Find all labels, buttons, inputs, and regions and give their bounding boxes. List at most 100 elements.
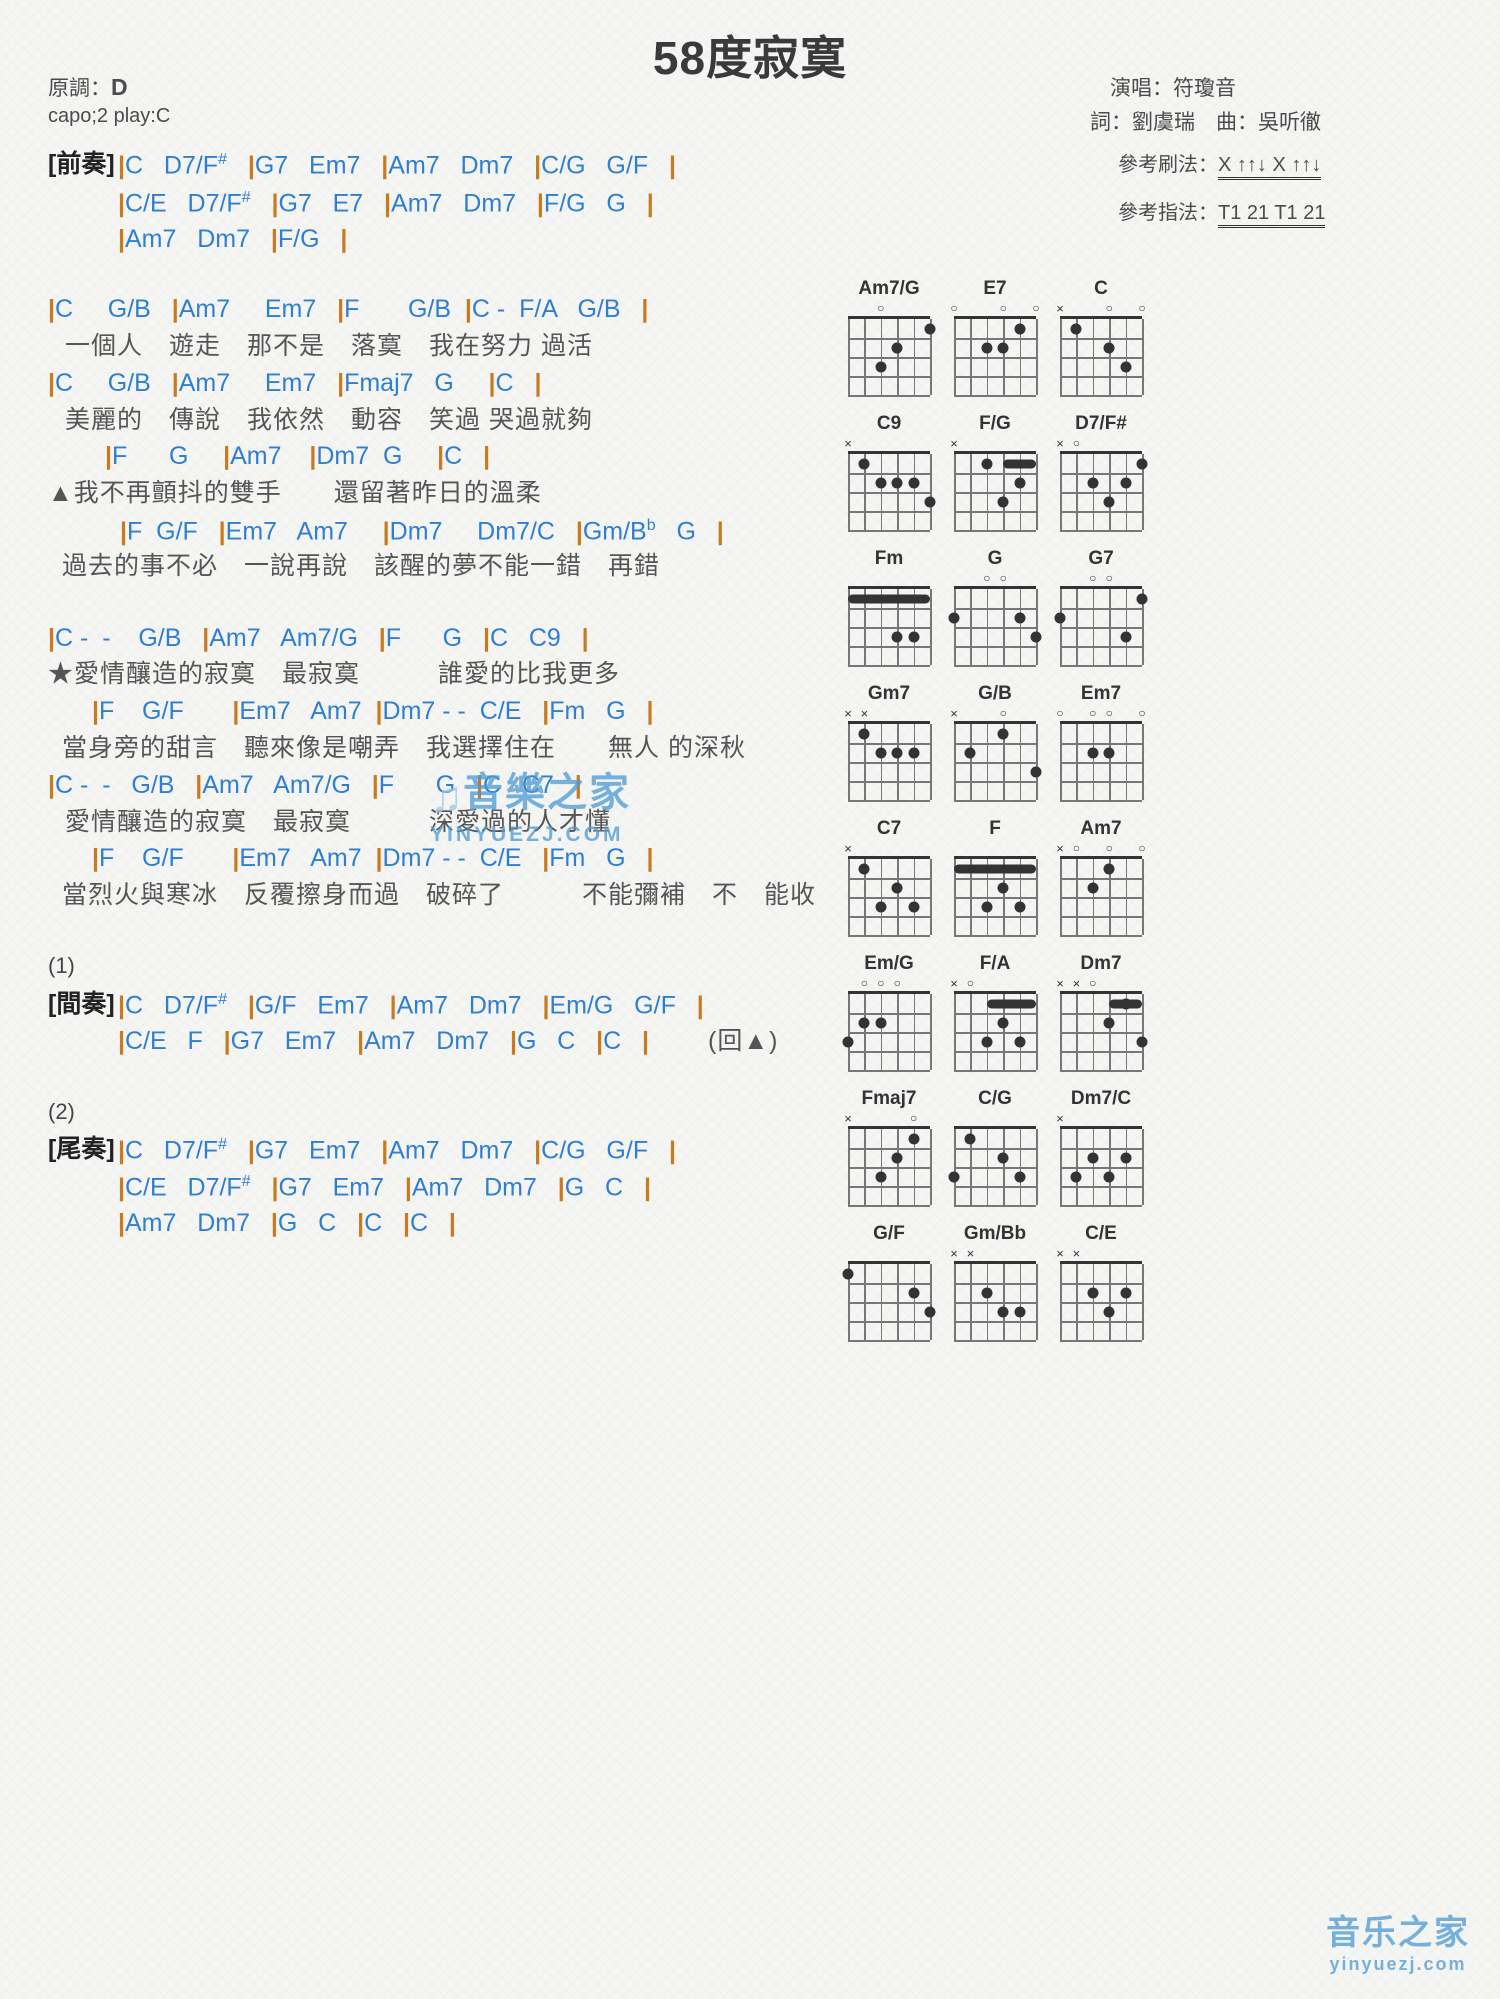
chord-diagram: C/E × ×: [1048, 1223, 1154, 1342]
barline: |: [696, 991, 704, 1020]
finger-dot: [858, 458, 870, 469]
chord-diagram-name: Em/G: [864, 953, 914, 974]
lyric-line: 過去的事不必 一說再說 該醒的夢不能一錯 再錯: [62, 552, 661, 580]
string-line: [1036, 859, 1038, 935]
chord-diagram-row: Fmaj7 × ○ C/G Dm7/C ×: [836, 1088, 1496, 1207]
finger-dot: [1103, 747, 1115, 758]
finger-dot: [875, 1171, 887, 1182]
sharp-sign: #: [218, 151, 227, 168]
barline: |: [270, 1209, 278, 1237]
barline: |: [271, 189, 279, 218]
chord-line: |F G/F |Em7 Am7 |Dm7 - - C/E |Fm G |: [92, 697, 654, 725]
open-string-marker: ○: [877, 301, 885, 315]
chord-diagram-row: G/F Gm/Bb × × C/E × ×: [836, 1223, 1496, 1342]
barline: |: [120, 517, 127, 546]
finger-dot: [1103, 1306, 1115, 1317]
muted-string-marker: ×: [860, 706, 869, 721]
chord-diagram-name: F/A: [979, 953, 1011, 974]
open-string-marker: ○: [1138, 301, 1146, 315]
open-mute-markers: ○ ○: [942, 572, 1048, 586]
finger-dot: [1136, 1036, 1148, 1047]
string-line: [1142, 859, 1144, 935]
chord-line: |C/E F |G7 Em7 |Am7 Dm7 |G C |C |: [118, 1027, 650, 1055]
sharp-sign: #: [241, 189, 251, 206]
string-line: [930, 589, 932, 665]
fret-line: [954, 916, 1036, 918]
fret-line: [1060, 916, 1142, 918]
capo-info: capo;2 play:C: [48, 105, 171, 127]
chord-diagram-row: Em/G ○ ○ ○ F/A × ○ Dm7 × × ○: [836, 953, 1496, 1072]
fret-line: [848, 1340, 930, 1342]
barline: |: [232, 697, 240, 725]
fret-line: [848, 357, 930, 359]
muted-string-marker: ×: [950, 976, 958, 991]
finger-dot: [964, 747, 976, 758]
barline: |: [404, 1173, 412, 1202]
barline: |: [48, 369, 55, 397]
mark-2: (2): [48, 1099, 75, 1124]
open-mute-markers: × ○ ○ ○: [1048, 842, 1154, 856]
open-string-marker: ○: [1072, 841, 1081, 855]
fretboard-grid: [948, 1126, 1038, 1207]
string-line: [1142, 319, 1144, 395]
string-line: [1036, 1129, 1038, 1205]
finger-dot: [1103, 863, 1115, 874]
fret-line: [954, 357, 1036, 359]
finger-dot: [981, 458, 993, 469]
open-string-marker: ○: [1105, 301, 1113, 315]
open-string-marker: ○: [1089, 706, 1097, 720]
finger-dot: [981, 342, 993, 353]
barline: |: [337, 369, 345, 397]
barline: |: [716, 517, 724, 546]
strum-pattern-value: X ↑↑↓ X ↑↑↓: [1218, 154, 1322, 180]
finger-dot: [1087, 747, 1099, 758]
chord-diagram: Am7 × ○ ○ ○: [1048, 818, 1154, 937]
chord-diagram: G7 ○ ○: [1048, 548, 1154, 667]
barline: |: [464, 295, 472, 323]
chord-line: |C D7/F# |G/F Em7 |Am7 Dm7 |Em/G G/F |: [118, 991, 704, 1020]
muted-string-marker: ×: [1056, 841, 1064, 856]
chord-diagram-name: D7/F#: [1075, 413, 1127, 434]
intro-tag: [前奏]: [48, 150, 115, 178]
fretboard-grid: [954, 1261, 1038, 1342]
lyric-line: 一個人 遊走 那不是 落寞 我在努力 過活: [65, 332, 593, 360]
barline: |: [271, 1173, 279, 1202]
barline: |: [668, 1136, 676, 1165]
barline: |: [118, 1136, 125, 1165]
finger-dot: [1103, 342, 1115, 353]
finger-dot: [875, 901, 887, 912]
fretboard-grid: [954, 721, 1042, 802]
mark-1: (1): [48, 953, 75, 978]
string-line: [930, 994, 932, 1070]
chord-line: |C D7/F# |G7 Em7 |Am7 Dm7 |C/G G/F |: [118, 1136, 676, 1165]
fretboard-grid: [954, 856, 1038, 937]
barline: |: [381, 151, 389, 180]
finger-dot: [1014, 612, 1026, 623]
fretboard-grid: [848, 586, 932, 667]
chord-diagram-name: G7: [1088, 548, 1114, 569]
fretboard-grid: [954, 451, 1038, 532]
barline: |: [340, 225, 348, 253]
finger-dot: [1030, 766, 1042, 777]
open-mute-markers: ○ ○ ○: [836, 977, 942, 991]
fretboard-grid: [842, 1261, 936, 1342]
fret-line: [1060, 1321, 1142, 1323]
fret-line: [848, 338, 930, 340]
finger-dot: [1120, 631, 1132, 642]
open-string-marker: ○: [893, 976, 901, 990]
fret-line: [1060, 1186, 1142, 1188]
finger-dot: [1087, 1152, 1099, 1163]
string-line: [930, 454, 932, 530]
chord-diagram-name: C/E: [1085, 1223, 1117, 1244]
chord-diagram: Fmaj7 × ○: [836, 1088, 942, 1207]
barline: |: [48, 624, 55, 652]
finger-dot: [1103, 496, 1115, 507]
fret-line: [1060, 530, 1142, 532]
fret-line: [954, 1051, 1036, 1053]
string-line: [1036, 994, 1038, 1070]
string-line: [930, 724, 932, 800]
open-string-marker: ○: [950, 301, 958, 315]
fret-line: [848, 743, 930, 745]
barline: |: [534, 151, 542, 180]
barline: |: [596, 1027, 604, 1055]
